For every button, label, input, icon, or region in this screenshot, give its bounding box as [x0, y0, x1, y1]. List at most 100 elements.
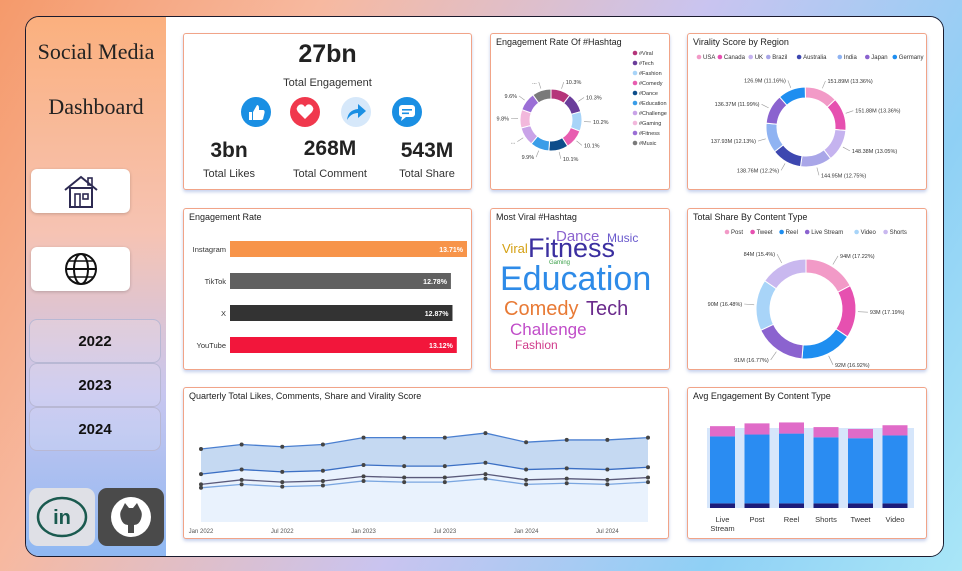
word-comedy: Comedy	[504, 298, 579, 320]
series-point	[646, 475, 650, 480]
series-point	[524, 467, 529, 472]
legend-marker	[854, 229, 859, 235]
legend-label: #Tech	[639, 61, 654, 67]
data-label: 10.3%	[586, 95, 602, 101]
series-point	[199, 447, 203, 452]
series-point	[280, 484, 285, 489]
series-point	[442, 480, 447, 485]
github-button[interactable]	[98, 488, 164, 546]
word-tech: Tech	[586, 298, 629, 320]
word-challenge: Challenge	[510, 320, 587, 339]
word-viral: Viral	[502, 241, 528, 256]
series-point	[320, 478, 325, 483]
leader-line	[517, 137, 524, 142]
hashtag-engagement-title: Engagement Rate Of #Hashtag	[496, 37, 622, 47]
series-point	[361, 435, 366, 440]
legend-marker	[892, 54, 898, 60]
stacked-bar-segment	[848, 428, 873, 439]
leader-line	[576, 140, 583, 146]
quarterly-trend-chart: Jan 2022 Jul 2022 Jan 2023 Jul 2023 Jan 2024…	[189, 431, 650, 535]
virality-region-card: Virality Score by Region USA Canada UK Braz…	[687, 33, 927, 190]
linkedin-icon: in	[36, 496, 88, 538]
legend-label: #Dance	[639, 91, 658, 97]
series-point	[442, 464, 447, 469]
share-content-card: Total Share By Content Type Post Tweet Ree…	[687, 208, 927, 370]
series-point	[280, 469, 285, 474]
word-cloud: Dance Music Viral Fitness Gaming Educati…	[491, 225, 669, 367]
sidebar: Social Media Dashboard 2022 2023 2024 in	[26, 17, 166, 556]
donut-slice	[764, 258, 807, 290]
engagement-rate-chart: Instagram 13.71% TikTok 12.78% X 12.87% YouTub…	[193, 241, 467, 353]
series-point	[646, 465, 650, 470]
stacked-bar-segment	[813, 437, 839, 504]
series-point	[280, 444, 285, 449]
series-point	[402, 435, 407, 440]
series-point	[239, 467, 244, 472]
series-point	[483, 472, 488, 477]
legend-marker	[632, 90, 638, 96]
data-label: 9.6%	[504, 94, 517, 100]
bar-label: 12.78%	[423, 279, 448, 286]
leader-line	[776, 254, 783, 264]
leader-line	[744, 303, 755, 306]
legend-label: USA	[703, 55, 715, 61]
total-likes-value: 3bn	[210, 139, 248, 162]
leader-line	[761, 103, 769, 109]
legend-label: #Music	[639, 141, 657, 147]
word-education: Education	[500, 260, 652, 298]
dashboard-frame: Social Media Dashboard 2022 2023 2024 in…	[25, 16, 944, 557]
quarterly-trend-title: Quarterly Total Likes, Comments, Share a…	[189, 391, 422, 401]
bar-label: 12.87%	[425, 311, 450, 318]
year-2023-button[interactable]: 2023	[29, 363, 161, 407]
series-point	[361, 474, 366, 479]
legend-marker	[883, 229, 888, 235]
total-engagement-label: Total Engagement	[283, 77, 372, 89]
avg-engagement-chart: Live Stream Post Reel Shorts Tweet Video	[707, 422, 914, 533]
year-2024-button[interactable]: 2024	[29, 407, 161, 451]
engagement-rate-card: Engagement Rate Instagram 13.71% TikTok 12.…	[183, 208, 472, 370]
bar-label: 13.71%	[439, 247, 464, 254]
stacked-bar-segment	[882, 435, 908, 504]
series-point	[564, 476, 569, 481]
legend-label: Australia	[803, 55, 827, 61]
series-point	[605, 467, 610, 472]
x-category-label: Reel	[784, 515, 800, 524]
data-label: 10.3%	[566, 80, 582, 86]
home-nav-button[interactable]	[31, 169, 130, 213]
bar	[230, 305, 453, 321]
legend-marker	[748, 54, 753, 60]
legend-label: #Viral	[639, 51, 653, 57]
comment-icon	[392, 97, 422, 127]
linkedin-button[interactable]: in	[29, 488, 95, 546]
series-point	[442, 435, 447, 440]
globe-nav-button[interactable]	[31, 247, 130, 291]
hashtag-engagement-chart: 10.3% 10.3% 10.2% 10.1% 10.1% 9.9%... 9.8% 9.6%…	[496, 50, 667, 163]
series-point	[402, 464, 407, 469]
year-2022-button[interactable]: 2022	[29, 319, 161, 363]
series-point	[564, 437, 569, 442]
data-label: 151.89M (13.36%)	[827, 79, 872, 85]
legend-marker	[779, 229, 784, 235]
svg-text:in: in	[53, 507, 71, 529]
series-point	[320, 468, 325, 473]
word-fitness: Fitness	[528, 233, 616, 263]
leader-line	[842, 146, 851, 152]
series-point	[199, 482, 203, 487]
total-likes-label: Total Likes	[203, 168, 255, 180]
data-label: 92M (16.92%)	[835, 363, 870, 368]
series-point	[361, 463, 366, 467]
data-label: 151.88M (13.36%)	[855, 109, 900, 115]
legend-marker	[632, 110, 638, 116]
dashboard-title-line1: Social Media	[37, 39, 155, 64]
leader-line	[816, 167, 820, 176]
legend-label: #Challenge	[639, 111, 667, 117]
legend-label: Japan	[871, 55, 887, 61]
series-point	[564, 481, 569, 486]
data-label: 9.9%	[522, 155, 535, 161]
series-point	[524, 477, 529, 482]
stacked-bar-segment	[779, 422, 804, 434]
donut-slice	[755, 280, 777, 331]
data-label: ...	[511, 140, 516, 146]
series-point	[605, 477, 610, 482]
legend-marker	[632, 60, 638, 66]
